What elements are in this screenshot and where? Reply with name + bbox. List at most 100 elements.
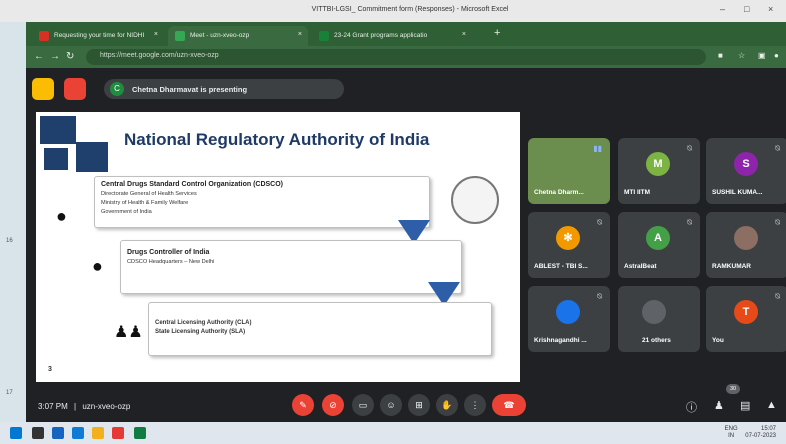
close-icon[interactable]: ×	[462, 31, 466, 38]
participant-name: ABLEST - TBI S...	[534, 263, 588, 270]
more-options-button[interactable]: ⋮	[464, 394, 486, 416]
avatar: ✻	[556, 226, 580, 250]
clock-time: 3:07 PM	[38, 402, 68, 411]
camera-toggle-button[interactable]: ⊘	[322, 394, 344, 416]
back-icon[interactable]: ←	[34, 51, 44, 62]
presenting-indicator: C Chetna Dharmavat is presenting	[104, 79, 344, 99]
meeting-code: uzn-xveo-ozp	[82, 402, 131, 411]
windows-start-icon[interactable]	[10, 427, 22, 439]
captions-button[interactable]: ▭	[352, 394, 374, 416]
puzzle-graphic	[44, 148, 68, 170]
excel-side-strip: 16 17	[0, 22, 26, 422]
forward-icon[interactable]: →	[50, 51, 60, 62]
profile-icon[interactable]: ●	[774, 51, 779, 60]
slide-number: 3	[48, 366, 52, 373]
participant-tile[interactable]: ⍉ Krishnagandhi ...	[528, 286, 610, 352]
tab-nidhi[interactable]: Requesting your time for NIDHI ×	[32, 26, 164, 46]
tab-label: Meet - uzn-xveo-ozp	[190, 32, 250, 39]
dci-box: Drugs Controller of India CDSCO Headquar…	[120, 240, 462, 294]
participant-name: AstralBeat	[624, 263, 657, 270]
participant-tile[interactable]: ⍉ ✻ ABLEST - TBI S...	[528, 212, 610, 278]
cdsco-box: Central Drugs Standard Control Organizat…	[94, 176, 430, 228]
people-icon[interactable]: ♟	[714, 399, 724, 412]
system-tray: ENG IN 15:07 07-07-2023	[725, 426, 776, 440]
tab-label: Requesting your time for NIDHI	[54, 32, 145, 39]
mic-off-icon: ⍉	[775, 292, 780, 301]
cdsco-emblem	[451, 176, 499, 224]
puzzle-graphic	[40, 116, 76, 144]
task-view-icon[interactable]	[52, 427, 64, 439]
participant-tile[interactable]: ⍉ RAMKUMAR	[706, 212, 786, 278]
others-tile[interactable]: 21 others	[618, 286, 700, 352]
mic-off-icon: ⍉	[687, 218, 692, 227]
windows-taskbar: ENG IN 15:07 07-07-2023	[0, 422, 786, 444]
edge-icon[interactable]	[72, 427, 84, 439]
participant-tile[interactable]: ⍉ A AstralBeat	[618, 212, 700, 278]
participant-tile[interactable]: ⍉ M MTI IITM	[618, 138, 700, 204]
person-icon: ●	[92, 256, 103, 276]
present-icon[interactable]	[32, 78, 54, 100]
end-call-button[interactable]: ☎	[492, 394, 526, 416]
box-line: CDSCO Headquarters – New Delhi	[127, 259, 215, 265]
url-field[interactable]: https://meet.google.com/uzn-xveo-ozp	[86, 49, 706, 65]
row-number: 16	[6, 238, 13, 244]
close-icon[interactable]: ×	[154, 31, 158, 38]
tab-grant[interactable]: 23-24 Grant programs applicatio ×	[312, 26, 472, 46]
mic-off-icon: ⍉	[687, 144, 692, 153]
participant-name: MTI IITM	[624, 189, 650, 196]
close-button[interactable]: ×	[768, 4, 773, 14]
box-heading: Central Drugs Standard Control Organizat…	[101, 181, 284, 188]
reload-icon[interactable]: ↻	[66, 51, 74, 62]
slide-title: National Regulatory Authority of India	[124, 130, 430, 149]
activities-icon[interactable]: ▲	[766, 399, 777, 411]
person-icon: ●	[56, 206, 67, 226]
participant-name: Chetna Dharm...	[534, 189, 584, 196]
avatar: A	[646, 226, 670, 250]
participant-name: RAMKUMAR	[712, 263, 751, 270]
minimize-button[interactable]: –	[720, 4, 725, 14]
tab-meet[interactable]: Meet - uzn-xveo-ozp ×	[168, 26, 308, 46]
close-icon[interactable]: ×	[298, 31, 302, 38]
system-clock[interactable]: 15:07 07-07-2023	[745, 426, 776, 440]
extensions-icon[interactable]: ▣	[758, 51, 766, 60]
search-icon[interactable]	[32, 427, 44, 439]
presenter-avatar: C	[110, 82, 124, 96]
avatar: T	[734, 300, 758, 324]
box-line: State Licensing Authority (SLA)	[155, 329, 246, 335]
participant-tile[interactable]: ⍉ S SUSHIL KUMA...	[706, 138, 786, 204]
new-tab-button[interactable]: +	[494, 27, 500, 39]
meeting-info: 3:07 PM | uzn-xveo-ozp	[38, 402, 130, 411]
mic-off-icon: ⍉	[775, 144, 780, 153]
excel-icon[interactable]	[134, 427, 146, 439]
presenting-text: Chetna Dharmavat is presenting	[132, 85, 248, 94]
self-tile[interactable]: ⍉ T You	[706, 286, 786, 352]
file-explorer-icon[interactable]	[92, 427, 104, 439]
avatar-stack-icon	[642, 300, 666, 324]
box-line: Central Licensing Authority (CLA)	[155, 320, 252, 326]
box-heading: Drugs Controller of India	[127, 249, 210, 256]
record-icon[interactable]	[64, 78, 86, 100]
language-indicator[interactable]: ENG IN	[725, 426, 738, 440]
excel-window-title: VITTBI-LGSI_ Commitment form (Responses)…	[311, 6, 509, 13]
emoji-button[interactable]: ☺	[380, 394, 402, 416]
box-line: Directorate General of Health Services	[101, 191, 197, 197]
mic-off-icon: ⍉	[597, 218, 602, 227]
chrome-icon[interactable]	[112, 427, 124, 439]
url-text: https://meet.google.com/uzn-xveo-ozp	[100, 52, 219, 59]
browser-tab-strip: Requesting your time for NIDHI × Meet - …	[26, 22, 786, 46]
info-icon[interactable]: ⓘ	[686, 399, 697, 415]
maximize-button[interactable]: □	[744, 4, 749, 14]
avatar	[734, 226, 758, 250]
avatar: M	[646, 152, 670, 176]
bookmark-icon[interactable]: ☆	[738, 51, 745, 60]
participant-tile[interactable]: ▮▮ Chetna Dharm...	[528, 138, 610, 204]
address-bar: ← → ↻ https://meet.google.com/uzn-xveo-o…	[26, 46, 786, 68]
info-separator: |	[74, 402, 77, 411]
row-number: 17	[6, 390, 13, 396]
chat-icon[interactable]: ▤	[740, 399, 750, 412]
mic-toggle-button[interactable]: ✎	[292, 394, 314, 416]
raise-hand-button[interactable]: ✋	[436, 394, 458, 416]
present-button[interactable]: ⊞	[408, 394, 430, 416]
camera-icon[interactable]: ■	[718, 51, 723, 60]
meet-icon	[175, 31, 185, 41]
